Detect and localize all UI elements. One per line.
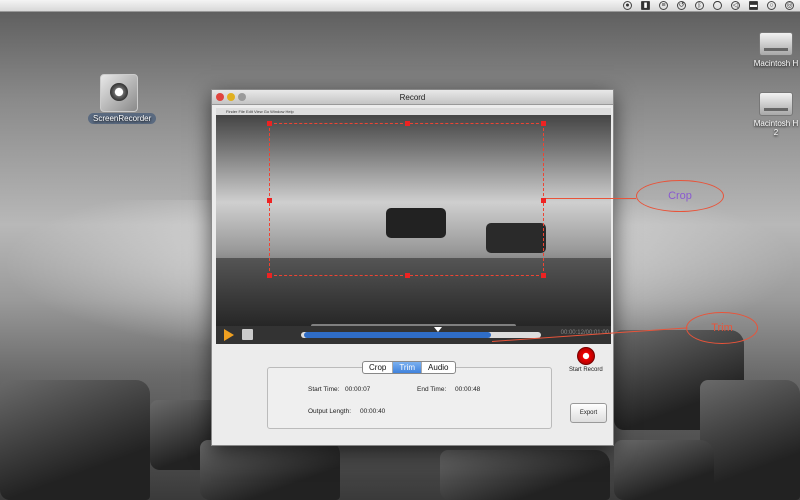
play-icon[interactable] <box>224 329 234 341</box>
crop-handle[interactable] <box>405 121 410 126</box>
crop-handle[interactable] <box>267 198 272 203</box>
hard-drive-icon <box>759 92 793 116</box>
settings-panel: Start Time: 00:00:07 End Time: 00:00:48 … <box>267 367 552 429</box>
title-bar[interactable]: Record <box>212 90 613 105</box>
playhead[interactable] <box>434 327 442 332</box>
tab-crop[interactable]: Crop <box>363 362 394 373</box>
tab-trim[interactable]: Trim <box>393 362 423 373</box>
minimize-button[interactable] <box>227 93 235 101</box>
start-time-label: Start Time: <box>308 386 340 393</box>
spotlight-icon[interactable]: ◎ <box>785 1 794 10</box>
flag-icon[interactable]: ▬ <box>749 1 758 10</box>
bluetooth-icon[interactable]: ᛒ <box>695 1 704 10</box>
menu-bar: ● ▮ ≡ ↺ ᛒ ⌒ ◁ ▬ ○ ◎ <box>0 0 800 12</box>
crop-handle[interactable] <box>267 121 272 126</box>
desktop-drive-icon[interactable]: Macintosh H <box>752 26 800 68</box>
desktop-drive-icon[interactable]: Macintosh H 2 <box>752 86 800 137</box>
crop-handle[interactable] <box>267 273 272 278</box>
growl-icon[interactable]: ≡ <box>659 1 668 10</box>
window-title: Record <box>399 93 426 102</box>
crop-handle[interactable] <box>405 273 410 278</box>
hard-drive-icon <box>759 32 793 56</box>
volume-icon[interactable]: ◁ <box>731 1 740 10</box>
start-time-value[interactable]: 00:00:07 <box>345 386 370 393</box>
desktop-rock <box>700 380 800 500</box>
crop-handle[interactable] <box>541 273 546 278</box>
clapper-icon[interactable] <box>242 329 253 340</box>
close-button[interactable] <box>216 93 224 101</box>
start-record-button[interactable]: Start Record <box>569 347 603 373</box>
timeline-bar: 00:00:12/00:01:00 <box>216 326 611 344</box>
end-time-label: End Time: <box>417 386 447 393</box>
crop-callout-text: Crop <box>668 190 692 202</box>
trim-callout-text: Trim <box>711 322 733 334</box>
screenrecorder-icon <box>100 74 138 112</box>
tab-audio[interactable]: Audio <box>422 362 454 373</box>
record-window: Record Finder File Edit View Go Window H… <box>211 89 614 446</box>
record-icon <box>576 347 595 365</box>
trim-selection[interactable] <box>304 332 491 338</box>
output-length-label: Output Length: <box>308 408 352 415</box>
trim-callout: Trim <box>686 312 758 344</box>
record-status-icon[interactable]: ● <box>623 1 632 10</box>
drive-label: Macintosh H <box>753 59 799 68</box>
crop-callout-line <box>546 198 636 199</box>
app-status-icon[interactable]: ▮ <box>641 1 650 10</box>
window-controls <box>216 93 246 101</box>
mode-tabs: Crop Trim Audio <box>362 361 456 374</box>
user-icon[interactable]: ○ <box>767 1 776 10</box>
desktop-rock <box>200 440 340 500</box>
end-time-value[interactable]: 00:00:48 <box>455 386 480 393</box>
preview-menubar: Finder File Edit View Go Window Help <box>216 108 611 115</box>
desktop-app-icon[interactable]: ScreenRecorder <box>88 74 157 124</box>
trim-track[interactable] <box>301 327 541 338</box>
start-record-label: Start Record <box>569 367 603 373</box>
desktop-app-label: ScreenRecorder <box>88 113 157 124</box>
crop-handle[interactable] <box>541 121 546 126</box>
desktop-rock <box>440 450 610 500</box>
wifi-icon[interactable]: ⌒ <box>713 1 722 10</box>
drive-label: Macintosh H 2 <box>753 119 799 137</box>
desktop-rock <box>614 440 714 500</box>
video-preview[interactable]: Finder File Edit View Go Window Help <box>216 108 611 344</box>
time-machine-icon[interactable]: ↺ <box>677 1 686 10</box>
crop-selection[interactable] <box>267 121 546 278</box>
export-button[interactable]: Export <box>570 403 607 423</box>
output-length-value: 00:00:40 <box>360 408 386 415</box>
zoom-button[interactable] <box>238 93 246 101</box>
desktop-rock <box>0 380 150 500</box>
crop-callout: Crop <box>636 180 724 212</box>
